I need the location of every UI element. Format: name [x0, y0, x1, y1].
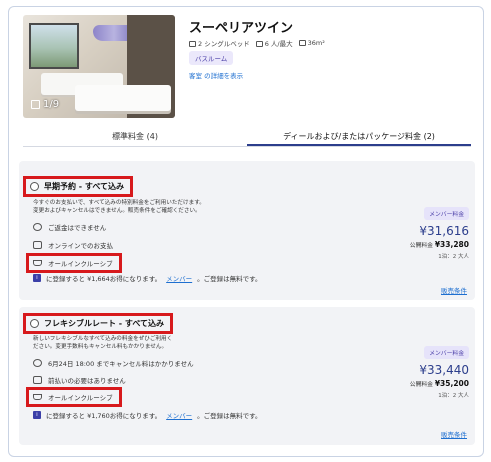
member-rate-tag: メンバー料金: [424, 346, 469, 359]
rate-option: 早期予約 - すべて込み 今すぐのお支払いで、すべて込みの特別料金をご利用いただ…: [19, 161, 475, 300]
member-icon: i: [33, 274, 41, 282]
amenity-size: 36m²: [298, 39, 325, 47]
window-decor: [29, 23, 79, 69]
feature-refund: ご返金はできません: [33, 222, 106, 232]
public-price: 公開料金 ¥33,280: [409, 240, 469, 249]
room-title: スーペリアツイン: [189, 21, 294, 36]
price-box: メンバー料金 ¥33,440 公開料金 ¥35,200 1泊：2 大人: [410, 340, 469, 399]
member-link[interactable]: メンバー: [166, 273, 192, 283]
member-price: ¥31,616: [419, 224, 469, 238]
cup-icon: [33, 260, 42, 266]
gallery-icon: [31, 100, 40, 109]
card-icon: [33, 376, 42, 384]
feature-payment: オンラインでのお支払: [33, 240, 113, 250]
feature-all-inclusive: オールインクルーシブ: [26, 387, 122, 407]
bed-decor: [75, 85, 171, 111]
cup-icon: [33, 394, 42, 400]
amenity-beds: 2 シングルベッド: [189, 38, 250, 48]
member-price: ¥33,440: [419, 363, 469, 377]
clock-icon: [33, 359, 42, 367]
rate-description: 新しいフレキシブルなすべて込みの料金をぜひご利用く ださい。変更手数料もキャンセ…: [33, 336, 173, 350]
rate-description: 今すぐのお支払いで、すべて込みの特別料金をご利用いただけます。 変更およびキャン…: [33, 200, 205, 214]
rate-name: フレキシブルレート - すべて込み: [44, 319, 165, 328]
member-icon: i: [33, 411, 41, 419]
room-details-link[interactable]: 客室 の詳細を表示: [189, 70, 243, 80]
radio-button[interactable]: [30, 319, 39, 328]
rate-option: フレキシブルレート - すべて込み 新しいフレキシブルなすべて込みの料金をぜひご…: [19, 307, 475, 445]
tab-standard-rates[interactable]: 標準料金 (4): [23, 125, 247, 146]
room-photo[interactable]: 1/9: [23, 15, 175, 118]
member-promo: i に登録すると ¥1,664お得になります。 メンバー 。ご登録は無料です。: [33, 273, 262, 283]
feature-cancellation: 6月24日 18:00 までキャンセル料はかかりません: [33, 358, 194, 368]
member-link[interactable]: メンバー: [166, 410, 192, 420]
per-night: 1泊：2 大人: [438, 254, 469, 260]
rate-selector[interactable]: 早期予約 - すべて込み: [23, 176, 134, 197]
feature-payment: 前払いの必要はありません: [33, 375, 126, 385]
clock-icon: [33, 223, 42, 231]
amenity-guests: 6 人/最大: [255, 38, 293, 48]
tab-deal-package-rates[interactable]: ディールおよび/またはパッケージ料金 (2): [247, 125, 471, 146]
radio-button[interactable]: [30, 182, 39, 191]
room-card: 1/9 スーペリアツイン 2 シングルベッド 6 人/最大 36m² バスルーム…: [8, 6, 484, 457]
member-promo: i に登録すると ¥1,760お得になります。 メンバー 。ご登録は無料です。: [33, 410, 262, 420]
feature-all-inclusive: オールインクルーシブ: [26, 253, 122, 273]
card-icon: [33, 241, 42, 249]
terms-link[interactable]: 販売条件: [441, 285, 467, 295]
room-amenities: 2 シングルベッド 6 人/最大 36m²: [189, 38, 325, 48]
per-night: 1泊：2 大人: [438, 393, 469, 399]
room-tag: バスルーム: [189, 51, 234, 65]
rate-selector[interactable]: フレキシブルレート - すべて込み: [23, 313, 174, 334]
bed-icon: [189, 41, 196, 47]
people-icon: [255, 41, 263, 47]
public-price: 公開料金 ¥35,200: [409, 379, 469, 388]
rate-name: 早期予約 - すべて込み: [44, 182, 125, 191]
member-rate-tag: メンバー料金: [424, 207, 469, 220]
size-icon: [298, 40, 306, 46]
terms-link[interactable]: 販売条件: [441, 429, 467, 439]
rate-tabs: 標準料金 (4) ディールおよび/またはパッケージ料金 (2): [23, 125, 471, 147]
price-box: メンバー料金 ¥31,616 公開料金 ¥33,280 1泊：2 大人: [410, 201, 469, 260]
photo-counter: 1/9: [31, 99, 59, 110]
